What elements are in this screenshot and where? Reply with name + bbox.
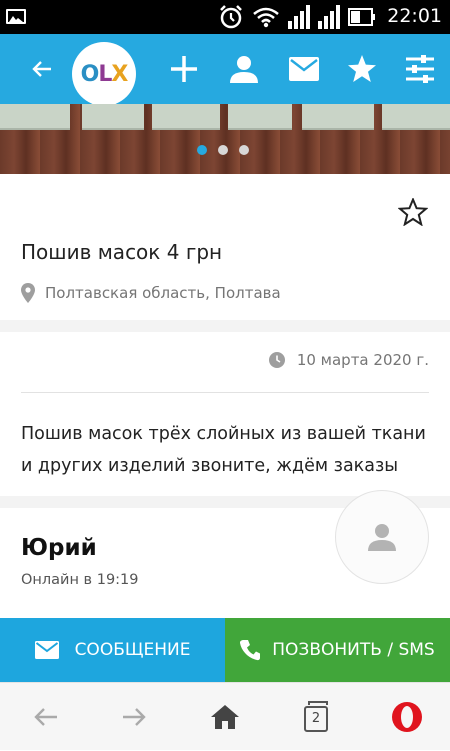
- photo-fragment: [382, 104, 450, 130]
- mail-icon: [34, 641, 59, 659]
- home-icon: [211, 705, 239, 729]
- location-text: Полтавская область, Полтава: [45, 284, 281, 302]
- add-listing-button[interactable]: [164, 34, 204, 104]
- clock-icon: [268, 352, 285, 368]
- back-button[interactable]: [20, 34, 64, 104]
- status-bar: 22:01: [0, 0, 450, 34]
- seller-online-status: Онлайн в 19:19: [21, 572, 139, 588]
- profile-button[interactable]: [222, 34, 266, 104]
- app-bar: OLX: [0, 34, 450, 106]
- star-icon: [348, 55, 376, 82]
- gallery-dot[interactable]: [197, 145, 207, 155]
- seller-avatar[interactable]: [335, 490, 429, 584]
- photo-gallery[interactable]: [0, 104, 450, 174]
- opera-menu-button[interactable]: [384, 683, 430, 751]
- messages-button[interactable]: [282, 34, 326, 104]
- opera-icon: [392, 702, 422, 732]
- star-outline-icon: [397, 196, 429, 227]
- photo-fragment: [152, 104, 220, 130]
- listing-location: Полтавская область, Полтава: [21, 283, 281, 303]
- listing-date: 10 марта 2020 г.: [268, 351, 429, 369]
- location-pin-icon: [21, 283, 35, 303]
- olx-logo[interactable]: OLX: [72, 42, 136, 106]
- gallery-dot[interactable]: [218, 145, 228, 155]
- sliders-icon: [406, 55, 434, 83]
- wifi-icon: [253, 7, 279, 28]
- tabs-count-badge[interactable]: 2: [304, 706, 328, 732]
- arrow-left-icon: [32, 61, 51, 77]
- phone-icon: [240, 640, 261, 661]
- photo-fragment: [302, 104, 374, 130]
- browser-back-button[interactable]: [22, 683, 70, 751]
- photo-fragment: [82, 104, 144, 130]
- user-placeholder-icon: [368, 524, 396, 551]
- back-arrow-icon: [34, 708, 57, 726]
- plus-icon: [171, 56, 197, 82]
- photo-fragment: [228, 104, 292, 130]
- signal-icon: [288, 5, 310, 29]
- image-icon: [6, 9, 26, 24]
- listing-title: Пошив масок 4 грн: [21, 240, 223, 264]
- message-button-label: СООБЩЕНИЕ: [74, 640, 191, 660]
- gallery-dot[interactable]: [239, 145, 249, 155]
- section-divider: [0, 320, 450, 332]
- listing-description: Пошив масок трёх слойных из вашей ткани …: [21, 424, 426, 476]
- browser-forward-button[interactable]: [110, 683, 158, 751]
- add-to-favorites-button[interactable]: [397, 196, 429, 230]
- seller-name[interactable]: Юрий: [21, 535, 97, 561]
- browser-navigation-bar: [0, 682, 450, 750]
- status-time: 22:01: [387, 5, 442, 27]
- filters-button[interactable]: [398, 34, 442, 104]
- forward-arrow-icon: [123, 708, 146, 726]
- battery-icon: [348, 8, 375, 26]
- call-button-label: ПОЗВОНИТЬ / SMS: [272, 640, 435, 660]
- alarm-icon: [220, 5, 242, 29]
- mail-icon: [289, 57, 319, 81]
- gallery-pagination: [197, 145, 249, 155]
- call-button[interactable]: ПОЗВОНИТЬ / SMS: [225, 618, 450, 682]
- signal-icon: [318, 5, 340, 29]
- browser-home-button[interactable]: [200, 683, 250, 751]
- status-icons: [218, 4, 376, 30]
- photo-fragment: [0, 104, 70, 130]
- divider-line: [21, 392, 429, 393]
- date-text: 10 марта 2020 г.: [296, 351, 429, 369]
- user-icon: [230, 56, 258, 83]
- message-button[interactable]: СООБЩЕНИЕ: [0, 618, 225, 682]
- favorites-button[interactable]: [340, 34, 384, 104]
